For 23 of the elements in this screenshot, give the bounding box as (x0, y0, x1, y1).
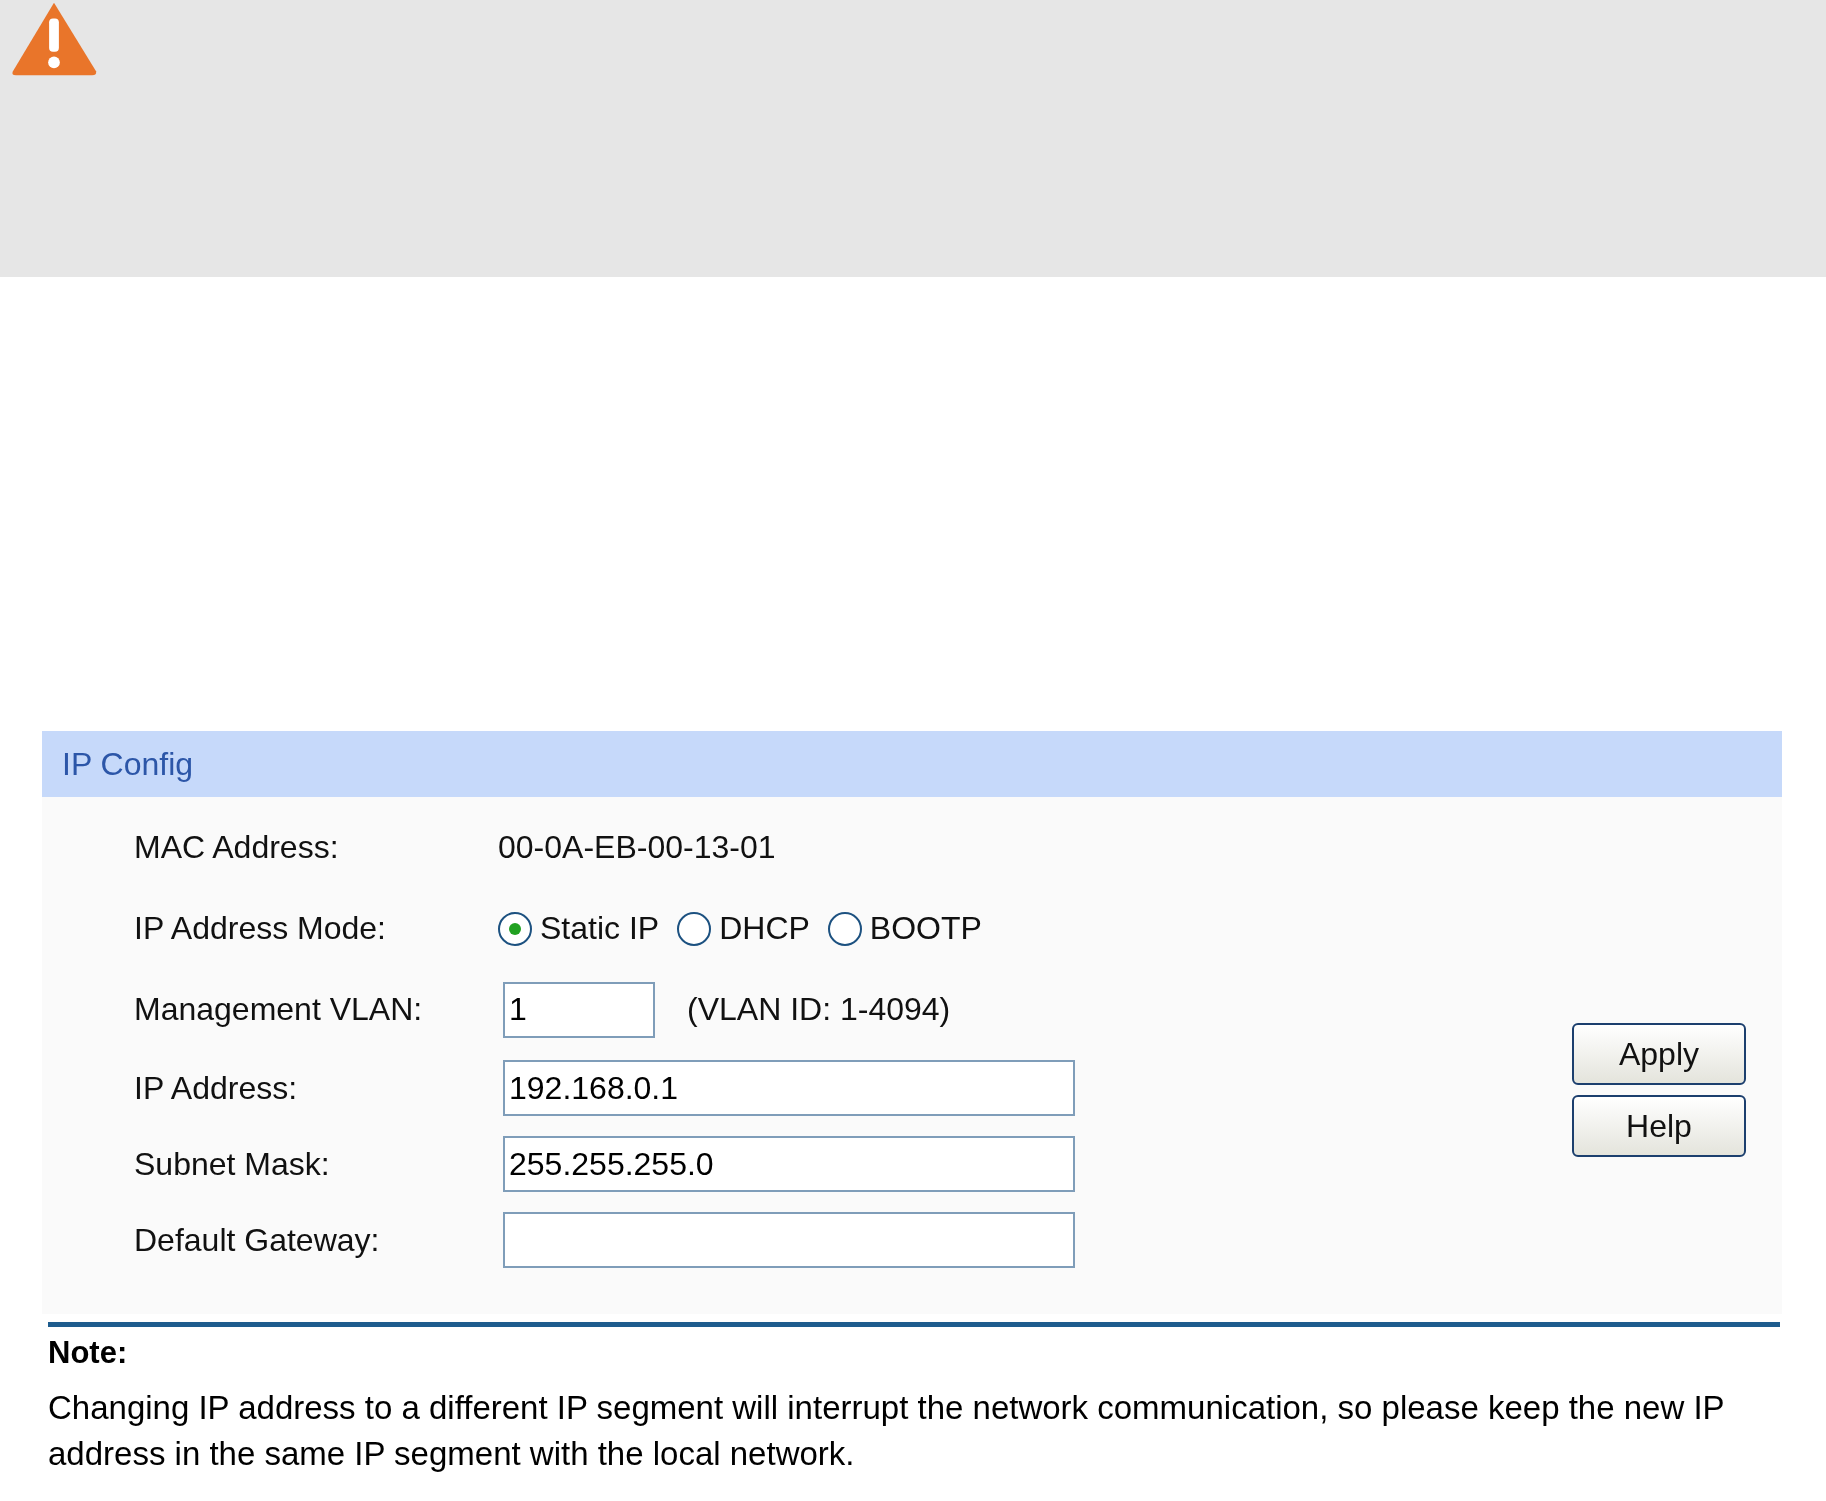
range-hint: (VLAN ID: 1-4094) (687, 991, 951, 1028)
field-label: Default Gateway: (134, 1221, 381, 1259)
action-button[interactable]: Help (1572, 1095, 1746, 1157)
radio-option[interactable]: BOOTP (827, 910, 982, 947)
vlan-field[interactable]: 1 (503, 981, 655, 1038)
radio-option[interactable]: Static IP (498, 910, 660, 947)
field-label: Management VLAN: (134, 991, 424, 1028)
input-field[interactable] (503, 1212, 1075, 1268)
field-label: Subnet Mask: (134, 1145, 331, 1183)
panel-title: IP Config (62, 745, 194, 783)
input-field[interactable]: 255.255.255.0 (503, 1136, 1075, 1192)
field-label: IP Address Mode: (134, 910, 387, 947)
radio-button[interactable] (677, 911, 712, 946)
radio-option[interactable]: DHCP (677, 910, 810, 947)
note-text: Changing IP address to a different IP segment will interrupt the network communication, so please keep the new IP address in the same IP segment with the local network. (48, 1388, 1726, 1474)
note-title: Note: (48, 1335, 129, 1371)
action-button[interactable]: Apply (1572, 1023, 1746, 1085)
radio-button[interactable] (498, 911, 532, 946)
field-label: MAC Address: (134, 829, 340, 866)
field-value: 00-0A-EB-00-13-01 (498, 829, 776, 866)
radio-button[interactable] (827, 911, 862, 946)
input-field[interactable]: 192.168.0.1 (503, 1060, 1075, 1116)
field-label: IP Address: (134, 1069, 299, 1107)
